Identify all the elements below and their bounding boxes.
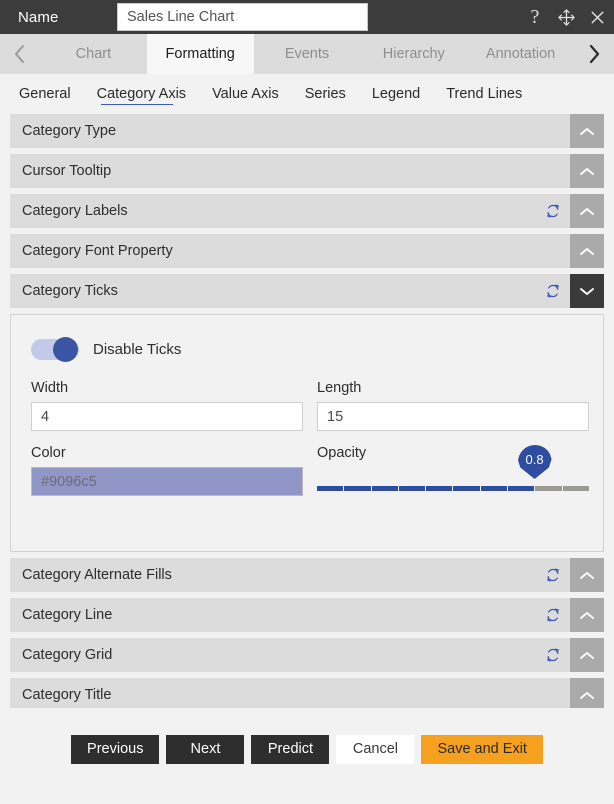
- disable-ticks-toggle-switch[interactable]: [31, 337, 79, 362]
- accordion-label: Category Font Property: [10, 234, 536, 268]
- reset-refresh-icon[interactable]: [536, 558, 570, 592]
- accordion-section-category-ticks[interactable]: Category Ticks: [10, 274, 604, 308]
- accordion-section-category-type[interactable]: Category Type: [10, 114, 604, 148]
- slider-segment: [508, 486, 536, 491]
- reset-icon-placeholder: [536, 678, 570, 708]
- dialog-titlebar: Name Sales Line Chart ?: [0, 0, 614, 34]
- accordion-collapse-toggle[interactable]: [570, 274, 604, 308]
- subtab-value-axis[interactable]: Value Axis: [199, 79, 292, 109]
- slider-segment: [371, 486, 399, 491]
- opacity-slider-track[interactable]: [317, 486, 589, 491]
- accordion-section-category-line[interactable]: Category Line: [10, 598, 604, 632]
- subtab-trend-lines[interactable]: Trend Lines: [433, 79, 535, 109]
- subtab-series[interactable]: Series: [292, 79, 359, 109]
- tab-formatting[interactable]: Formatting: [146, 34, 254, 74]
- accordion-label: Category Line: [10, 598, 536, 632]
- save-and-exit-button[interactable]: Save and Exit: [421, 734, 543, 764]
- color-label: Color: [31, 445, 66, 461]
- slider-segment: [562, 486, 589, 491]
- reset-icon-placeholder: [536, 154, 570, 188]
- tab-chart[interactable]: Chart: [40, 34, 147, 74]
- predict-button[interactable]: Predict: [251, 734, 330, 764]
- chart-formatting-dialog: Name Sales Line Chart ? Chart Formatting…: [0, 0, 614, 804]
- accordion-section-category-font-property[interactable]: Category Font Property: [10, 234, 604, 268]
- titlebar-icon-group: ?: [524, 0, 608, 34]
- accordion-label: Category Alternate Fills: [10, 558, 536, 592]
- main-tab-bar: Chart Formatting Events Hierarchy Annota…: [0, 34, 614, 74]
- settings-panel: Category Type Cursor Tooltip Category La…: [0, 114, 614, 708]
- accordion-expand-toggle[interactable]: [570, 638, 604, 672]
- cancel-button[interactable]: Cancel: [336, 734, 415, 764]
- accordion-label: Category Title: [10, 678, 536, 708]
- slider-segment: [480, 486, 509, 491]
- tab-list: Chart Formatting Events Hierarchy Annota…: [40, 34, 574, 74]
- tab-hierarchy[interactable]: Hierarchy: [360, 34, 468, 74]
- help-glyph: ?: [530, 6, 540, 28]
- help-icon[interactable]: ?: [524, 6, 546, 28]
- accordion-expand-toggle[interactable]: [570, 114, 604, 148]
- slider-segment: [317, 486, 345, 491]
- sub-tab-bar: General Category Axis Value Axis Series …: [0, 74, 614, 114]
- reset-refresh-icon[interactable]: [536, 274, 570, 308]
- slider-segment: [344, 486, 372, 491]
- reset-refresh-icon[interactable]: [536, 638, 570, 672]
- accordion-section-category-labels[interactable]: Category Labels: [10, 194, 604, 228]
- reset-refresh-icon[interactable]: [536, 598, 570, 632]
- toggle-knob: [53, 337, 78, 362]
- accordion-section-category-grid[interactable]: Category Grid: [10, 638, 604, 672]
- slider-segment: [426, 486, 454, 491]
- accordion-section-category-alternate-fills[interactable]: Category Alternate Fills: [10, 558, 604, 592]
- opacity-slider[interactable]: 0.8: [317, 445, 589, 496]
- width-input[interactable]: 4: [31, 402, 303, 431]
- accordion-section-cursor-tooltip[interactable]: Cursor Tooltip: [10, 154, 604, 188]
- color-input-swatch[interactable]: #9096c5: [31, 467, 303, 496]
- subtab-general[interactable]: General: [6, 79, 84, 109]
- reset-icon-placeholder: [536, 234, 570, 268]
- length-label: Length: [317, 380, 362, 396]
- slider-segment: [398, 486, 427, 491]
- reset-refresh-icon[interactable]: [536, 194, 570, 228]
- accordion-section-category-title[interactable]: Category Title: [10, 678, 604, 708]
- disable-ticks-row: Disable Ticks: [31, 337, 591, 362]
- accordion-expand-toggle[interactable]: [570, 558, 604, 592]
- width-label: Width: [31, 380, 69, 396]
- opacity-slider-handle[interactable]: 0.8: [517, 445, 552, 479]
- disable-ticks-label: Disable Ticks: [93, 341, 182, 358]
- ticks-field-grid: Width Length 4 15 Color Opacity #9096c5 …: [31, 380, 589, 510]
- accordion-label: Category Ticks: [10, 274, 536, 308]
- length-input[interactable]: 15: [317, 402, 589, 431]
- tabs-scroll-right-icon[interactable]: [574, 34, 614, 74]
- tab-annotation[interactable]: Annotation: [467, 34, 574, 74]
- previous-button[interactable]: Previous: [71, 734, 160, 764]
- slider-segment: [535, 486, 563, 491]
- opacity-value: 0.8: [525, 452, 544, 467]
- accordion-expand-toggle[interactable]: [570, 598, 604, 632]
- accordion-expand-toggle[interactable]: [570, 194, 604, 228]
- accordion-expand-toggle[interactable]: [570, 678, 604, 708]
- accordion-expand-toggle[interactable]: [570, 234, 604, 268]
- accordion-label: Cursor Tooltip: [10, 154, 536, 188]
- next-button[interactable]: Next: [166, 734, 245, 764]
- name-label: Name: [18, 8, 59, 26]
- slider-segment: [453, 486, 481, 491]
- accordion-expand-toggle[interactable]: [570, 154, 604, 188]
- dialog-footer: Previous Next Predict Cancel Save and Ex…: [0, 708, 614, 804]
- accordion-label: Category Type: [10, 114, 536, 148]
- move-arrows-icon[interactable]: [555, 6, 577, 28]
- close-x-icon[interactable]: [586, 6, 608, 28]
- subtab-category-axis[interactable]: Category Axis: [84, 79, 199, 109]
- category-ticks-settings-body: Disable Ticks Width Length 4 15 Color Op…: [10, 314, 604, 552]
- subtab-legend[interactable]: Legend: [359, 79, 433, 109]
- tab-events[interactable]: Events: [253, 34, 361, 74]
- reset-icon-placeholder: [536, 114, 570, 148]
- chart-name-input[interactable]: Sales Line Chart: [117, 3, 368, 31]
- accordion-label: Category Grid: [10, 638, 536, 672]
- tabs-scroll-left-icon[interactable]: [0, 34, 40, 74]
- accordion-label: Category Labels: [10, 194, 536, 228]
